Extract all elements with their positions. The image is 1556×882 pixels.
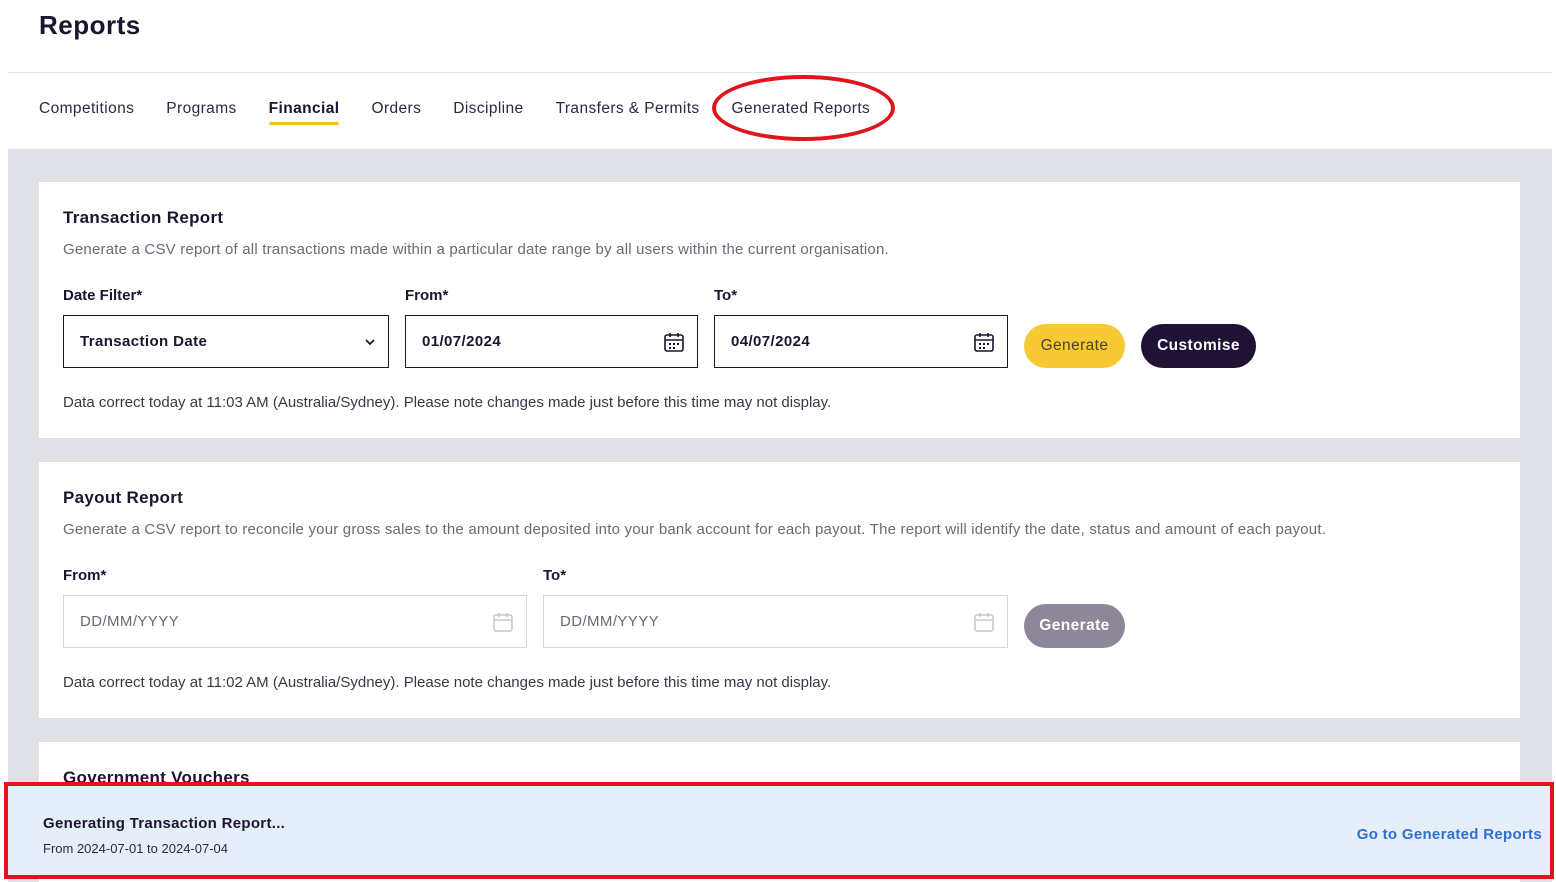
transaction-report-title: Transaction Report [63,208,224,227]
tab-discipline[interactable]: Discipline [453,98,523,124]
payout-to-date-input[interactable]: DD/MM/YYYY [543,595,1008,648]
transaction-generate-button[interactable]: Generate [1024,324,1125,368]
date-filter-select[interactable]: Transaction Date [63,315,389,368]
payout-from-placeholder: DD/MM/YYYY [80,613,180,630]
tab-generated-reports[interactable]: Generated Reports [732,98,871,124]
page-title: Reports [39,10,141,40]
chevron-down-icon [364,338,376,346]
date-filter-value: Transaction Date [80,333,208,350]
transaction-from-value: 01/07/2024 [422,333,502,350]
payout-report-card: Payout Report Generate a CSV report to r… [39,462,1520,718]
payout-from-label: From* [63,567,107,584]
date-filter-label: Date Filter* [63,287,143,304]
generating-report-banner: Generating Transaction Report... From 20… [4,782,1554,879]
calendar-icon[interactable] [492,611,514,633]
tab-orders[interactable]: Orders [371,98,421,124]
transaction-to-date-input[interactable]: 04/07/2024 [714,315,1008,368]
transaction-to-label: To* [714,287,738,304]
payout-report-description: Generate a CSV report to reconcile your … [63,521,1327,538]
banner-title: Generating Transaction Report... [43,815,286,832]
report-tabs: Competitions Programs Financial Orders D… [39,98,902,128]
calendar-icon[interactable] [663,331,685,353]
tab-competitions[interactable]: Competitions [39,98,134,124]
transaction-to-value: 04/07/2024 [731,333,811,350]
tab-transfers-permits[interactable]: Transfers & Permits [556,98,700,124]
banner-subtitle: From 2024-07-01 to 2024-07-04 [43,841,229,856]
transaction-from-date-input[interactable]: 01/07/2024 [405,315,698,368]
payout-to-placeholder: DD/MM/YYYY [560,613,660,630]
payout-to-label: To* [543,567,567,584]
payout-generate-button[interactable]: Generate [1024,604,1125,648]
tab-programs[interactable]: Programs [166,98,236,124]
calendar-icon[interactable] [973,611,995,633]
customise-button[interactable]: Customise [1141,324,1256,368]
payout-report-title: Payout Report [63,488,184,507]
tab-financial[interactable]: Financial [268,98,340,125]
go-to-generated-reports-link[interactable]: Go to Generated Reports [1357,826,1542,843]
payout-data-note: Data correct today at 11:02 AM (Australi… [63,674,832,691]
transaction-report-description: Generate a CSV report of all transaction… [63,241,889,258]
calendar-icon[interactable] [973,331,995,353]
transaction-data-note: Data correct today at 11:03 AM (Australi… [63,394,832,411]
payout-from-date-input[interactable]: DD/MM/YYYY [63,595,527,648]
transaction-from-label: From* [405,287,449,304]
transaction-report-card: Transaction Report Generate a CSV report… [39,182,1520,438]
header-divider [8,72,1552,73]
